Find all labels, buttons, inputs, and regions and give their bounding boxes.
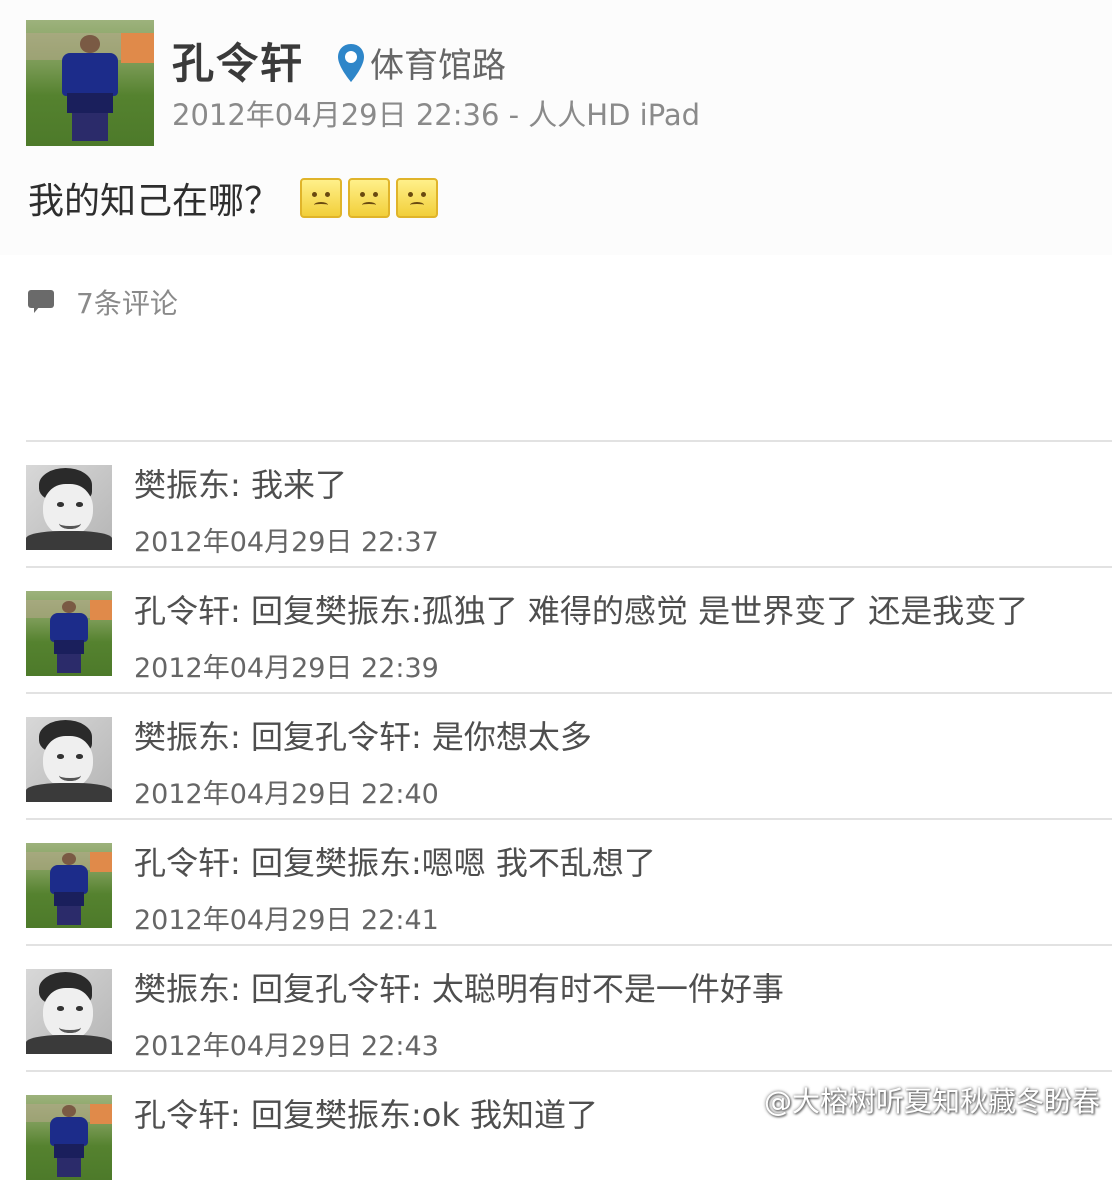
commenter-name[interactable]: 孔令轩 <box>134 844 230 882</box>
comment-text: 孔令轩: 回复樊振东:孤独了 难得的感觉 是世界变了 还是我变了 <box>134 592 1029 630</box>
sad-face-emoji-icon <box>300 178 343 218</box>
post-body: 我的知己在哪？ <box>28 172 439 224</box>
comment-body: 我来了 <box>250 466 347 504</box>
comment-time: 2012年04月29日 22:40 <box>134 779 439 810</box>
commenter-avatar[interactable] <box>26 843 112 928</box>
commenter-avatar[interactable] <box>26 717 112 802</box>
commenter-avatar[interactable] <box>26 591 112 676</box>
comment-text: 樊振东: 回复孔令轩: 是你想太多 <box>134 718 592 756</box>
commenter-name[interactable]: 樊振东 <box>134 970 230 1008</box>
comment-body: 回复孔令轩: 是你想太多 <box>250 718 592 756</box>
location-label: 体育馆路 <box>370 46 506 86</box>
commenter-name[interactable]: 樊振东 <box>134 466 230 504</box>
commenter-name[interactable]: 孔令轩 <box>134 1096 230 1134</box>
commenter-avatar[interactable] <box>26 1095 112 1180</box>
comment-item: 樊振东: 我来了 2012年04月29日 22:37 <box>26 440 1112 566</box>
commenter-name[interactable]: 孔令轩 <box>134 592 230 630</box>
comment-text: 孔令轩: 回复樊振东:ok 我知道了 <box>134 1096 599 1134</box>
comment-body: 回复樊振东:嗯嗯 我不乱想了 <box>250 844 656 882</box>
comment-item: 樊振东: 回复孔令轩: 太聪明有时不是一件好事 2012年04月29日 22:4… <box>26 944 1112 1070</box>
comment-text: 樊振东: 回复孔令轩: 太聪明有时不是一件好事 <box>134 970 784 1008</box>
sad-face-emoji-icon <box>396 178 439 218</box>
comment-bubble-icon <box>28 290 56 314</box>
post-text: 我的知己在哪？ <box>28 181 281 222</box>
sad-face-emoji-icon <box>348 178 391 218</box>
comment-text: 孔令轩: 回复樊振东:嗯嗯 我不乱想了 <box>134 844 656 882</box>
commenter-name[interactable]: 樊振东 <box>134 718 230 756</box>
comment-text: 樊振东: 我来了 <box>134 466 347 504</box>
comment-item: 孔令轩: 回复樊振东:嗯嗯 我不乱想了 2012年04月29日 22:41 <box>26 818 1112 944</box>
comment-time: 2012年04月29日 22:43 <box>134 1031 439 1062</box>
comment-body: 回复孔令轩: 太聪明有时不是一件好事 <box>250 970 784 1008</box>
author-avatar[interactable] <box>26 20 154 146</box>
post-meta: 2012年04月29日 22:36 - 人人HD iPad <box>172 98 701 132</box>
comment-body: 回复樊振东:孤独了 难得的感觉 是世界变了 还是我变了 <box>250 592 1029 630</box>
watermark-text: @大榕树听夏知秋藏冬盼春 <box>763 1085 1100 1118</box>
comment-body: 回复樊振东:ok 我知道了 <box>250 1096 599 1134</box>
comment-time: 2012年04月29日 22:41 <box>134 905 439 936</box>
comment-count[interactable]: 7条评论 <box>28 282 178 322</box>
comment-item: 樊振东: 回复孔令轩: 是你想太多 2012年04月29日 22:40 <box>26 692 1112 818</box>
post-location[interactable]: 体育馆路 <box>336 38 506 87</box>
location-pin-icon <box>338 43 364 82</box>
post-header: 孔令轩 体育馆路 2012年04月29日 22:36 - 人人HD iPad 我… <box>0 0 1112 255</box>
comment-count-label: 7条评论 <box>76 287 178 320</box>
comment-time: 2012年04月29日 22:37 <box>134 527 439 558</box>
emoji-row <box>300 178 439 218</box>
watermark: @大榕树听夏知秋藏冬盼春 <box>718 1080 1100 1120</box>
comment-time: 2012年04月29日 22:39 <box>134 653 439 684</box>
post-author-name[interactable]: 孔令轩 <box>172 30 304 91</box>
comment-item: 孔令轩: 回复樊振东:孤独了 难得的感觉 是世界变了 还是我变了 2012年04… <box>26 566 1112 692</box>
weibo-logo-icon <box>719 1086 756 1116</box>
commenter-avatar[interactable] <box>26 969 112 1054</box>
commenter-avatar[interactable] <box>26 465 112 550</box>
